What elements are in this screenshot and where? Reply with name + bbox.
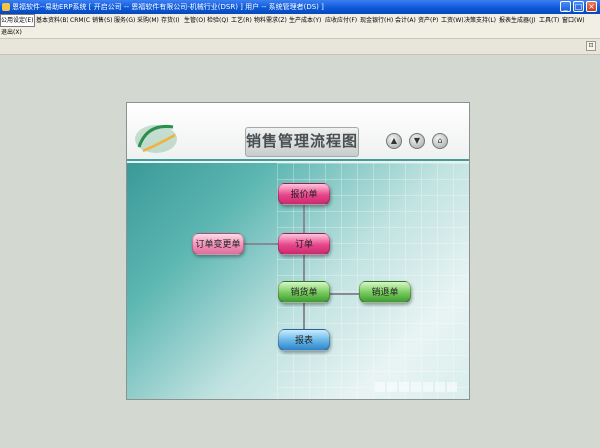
menu-crm[interactable]: CRM(C) <box>70 15 90 26</box>
node-report[interactable]: 报表 <box>278 329 330 351</box>
header-divider <box>127 159 469 161</box>
node-delivery[interactable]: 销货单 <box>278 281 330 303</box>
node-order-change[interactable]: 订单变更单 <box>192 233 244 255</box>
menu-public-settings[interactable]: 公用设定(E) <box>0 14 35 27</box>
menu-production[interactable]: 生管(O) <box>184 15 206 26</box>
menu-inventory[interactable]: 存货(I) <box>161 15 183 26</box>
home-icon[interactable]: ⌂ <box>432 133 448 149</box>
node-order[interactable]: 订单 <box>278 233 330 255</box>
window-title: 恩福软件--易助ERP系统 [ 开启公司 -- 恩福软件有限公司-机械行业(DS… <box>12 3 324 11</box>
menu-sales[interactable]: 销售(S) <box>92 15 112 26</box>
menu-assets[interactable]: 资产(P) <box>418 15 440 26</box>
menu-payroll[interactable]: 工资(W) <box>441 15 463 26</box>
window-title-bar: 恩福软件--易助ERP系统 [ 开启公司 -- 恩福软件有限公司-机械行业(DS… <box>0 0 600 14</box>
toolbar: ⊡ <box>0 39 600 55</box>
menu-mrp[interactable]: 物料需求(Z) <box>254 15 288 26</box>
menu-accounting[interactable]: 会计(A) <box>395 15 417 26</box>
connector-order-delivery <box>303 253 305 281</box>
menu-exit[interactable]: 退出(X) <box>1 27 23 38</box>
menu-window[interactable]: 窗口(W) <box>562 15 584 26</box>
minimize-button[interactable]: _ <box>560 1 571 12</box>
menu-tools[interactable]: 工具(T) <box>539 15 560 26</box>
maximize-button[interactable]: □ <box>573 1 584 12</box>
menu-cash-bank[interactable]: 现金银行(H) <box>360 15 394 26</box>
connector-delivery-report <box>303 303 305 329</box>
menu-service[interactable]: 服务(G) <box>114 15 136 26</box>
flowchart-panel: 销售管理流程图 ▲ ▼ ⌂ 报价单 订单 订单变更单 销货单 销退单 报表 <box>126 102 470 400</box>
arrow-up-icon[interactable]: ▲ <box>386 133 402 149</box>
menu-decision-support[interactable]: 决策支持(L) <box>464 15 498 26</box>
menu-receivable-payable[interactable]: 应收应付(F) <box>325 15 359 26</box>
close-button[interactable]: × <box>586 1 597 12</box>
flowchart-canvas: 报价单 订单 订单变更单 销货单 销退单 报表 <box>127 163 469 399</box>
app-icon <box>2 3 10 11</box>
node-sales-return[interactable]: 销退单 <box>359 281 411 303</box>
connector-delivery-return <box>329 293 359 295</box>
menu-report-generator[interactable]: 报表生成器(J) <box>499 15 538 26</box>
decorative-squares <box>375 377 465 393</box>
menu-production-cost[interactable]: 生产成本(Y) <box>289 15 324 26</box>
toolbar-icon[interactable]: ⊡ <box>586 41 596 51</box>
menu-basic-data[interactable]: 基本资料(B) <box>36 15 68 26</box>
panel-header: 销售管理流程图 ▲ ▼ ⌂ <box>127 103 469 163</box>
menu-process[interactable]: 工艺(R) <box>231 15 252 26</box>
menu-inspection[interactable]: 检验(Q) <box>207 15 229 26</box>
page-title: 销售管理流程图 <box>245 127 359 157</box>
arrow-down-icon[interactable]: ▼ <box>409 133 425 149</box>
menu-bar: 公用设定(E) 基本资料(B) CRM(C) 销售(S) 服务(G) 采购(M)… <box>0 14 600 39</box>
node-quotation[interactable]: 报价单 <box>278 183 330 205</box>
menu-purchase[interactable]: 采购(M) <box>137 15 160 26</box>
yizhu-logo-icon <box>135 124 177 153</box>
